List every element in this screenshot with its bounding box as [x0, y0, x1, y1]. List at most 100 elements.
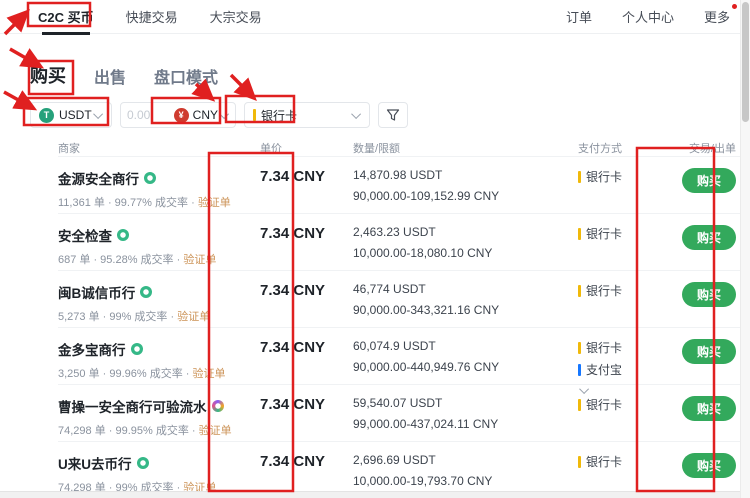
- available-amount: 46,774 USDT: [353, 282, 570, 296]
- limit-range: 90,000.00-343,321.16 CNY: [353, 303, 570, 317]
- page-cutoff-strip: [0, 491, 740, 498]
- payment-method: 支付宝: [586, 361, 622, 378]
- alipay-bar-icon: [578, 364, 581, 376]
- trade-mode-tabs: 购买 出售 盘口模式: [30, 62, 750, 88]
- payment-method: 银行卡: [586, 396, 622, 413]
- fiat-select[interactable]: ¥ CNY: [174, 108, 229, 123]
- verified-tag: 验证单: [199, 425, 232, 437]
- payment-method: 银行卡: [586, 168, 622, 185]
- unit-price: 7.34 CNY: [252, 225, 345, 270]
- active-tab-underline: [42, 32, 90, 35]
- nav-tab-c2c-buy[interactable]: C2C 买币: [38, 7, 94, 26]
- verified-tag: 验证单: [177, 311, 210, 323]
- tab-sell[interactable]: 出售: [94, 64, 126, 88]
- verified-merchant-icon: [131, 343, 143, 355]
- expand-payments-icon[interactable]: [579, 384, 589, 394]
- nav-more-link[interactable]: 更多: [704, 7, 730, 26]
- payment-method: 银行卡: [586, 225, 622, 242]
- bankcard-bar-icon: [578, 456, 581, 468]
- header-merchant: 商家: [58, 140, 252, 156]
- merchant-stats: 3,250 单 · 99.96% 成交率 ·: [58, 368, 193, 380]
- tab-orderbook-mode[interactable]: 盘口模式: [154, 64, 218, 88]
- nav-tab-label: C2C 买币: [38, 10, 94, 25]
- limit-range: 10,000.00-18,080.10 CNY: [353, 246, 570, 260]
- limit-range: 99,000.00-437,024.11 CNY: [353, 417, 570, 431]
- nav-tab-block-trade[interactable]: 大宗交易: [210, 7, 262, 26]
- merchant-stats: 11,361 单 · 99.77% 成交率 ·: [58, 197, 198, 209]
- payment-method: 银行卡: [586, 282, 622, 299]
- payment-method-select[interactable]: 银行卡: [244, 102, 370, 128]
- verified-merchant-icon: [140, 286, 152, 298]
- bankcard-bar-icon: [578, 171, 581, 183]
- header-price: 单价: [252, 140, 345, 156]
- table-row: U来U去币行 74,298 单 · 99% 成交率 · 验证单 7.34 CNY…: [58, 441, 750, 498]
- filter-button[interactable]: [378, 102, 408, 128]
- chevron-down-icon: [93, 109, 103, 119]
- fiat-select-value: CNY: [193, 108, 218, 122]
- filter-bar: T USDT ¥ CNY 银行卡: [30, 102, 750, 128]
- nav-tab-label: 快捷交易: [126, 10, 178, 25]
- bankcard-bar-icon: [578, 285, 581, 297]
- table-row: 闽B诚信币行 5,273 单 · 99% 成交率 · 验证单 7.34 CNY …: [58, 270, 750, 327]
- available-amount: 2,696.69 USDT: [353, 453, 570, 467]
- scrollbar-thumb[interactable]: [742, 2, 749, 122]
- funnel-icon: [386, 108, 400, 122]
- merchant-stats: 5,273 单 · 99% 成交率 ·: [58, 311, 177, 323]
- limit-range: 90,000.00-109,152.99 CNY: [353, 189, 570, 203]
- chevron-down-icon: [219, 109, 229, 119]
- nav-account-link[interactable]: 个人中心: [622, 7, 674, 26]
- buy-button[interactable]: 购买: [682, 225, 736, 250]
- verified-merchant-icon: [137, 457, 149, 469]
- unit-price: 7.34 CNY: [252, 396, 345, 441]
- limit-range: 10,000.00-19,793.70 CNY: [353, 474, 570, 488]
- merchant-name[interactable]: 金多宝商行: [58, 339, 126, 359]
- verified-tag: 验证单: [198, 197, 231, 209]
- chevron-down-icon: [351, 109, 361, 119]
- payment-method: 银行卡: [586, 453, 622, 470]
- nav-tab-label: 大宗交易: [210, 10, 262, 25]
- merchant-name[interactable]: 曹操一安全商行可验流水: [58, 396, 207, 416]
- buy-button[interactable]: 购买: [682, 282, 736, 307]
- notification-dot: [732, 4, 737, 9]
- table-row: 安全检查 687 单 · 95.28% 成交率 · 验证单 7.34 CNY 2…: [58, 213, 750, 270]
- buy-button[interactable]: 购买: [682, 168, 736, 193]
- amount-input[interactable]: [127, 108, 167, 122]
- header-quantity-limit: 数量/限额: [345, 140, 570, 156]
- buy-button[interactable]: 购买: [682, 453, 736, 478]
- unit-price: 7.34 CNY: [252, 282, 345, 327]
- cny-icon: ¥: [174, 108, 189, 123]
- amount-input-box: ¥ CNY: [120, 102, 236, 128]
- buy-button[interactable]: 购买: [682, 396, 736, 421]
- verified-tag: 验证单: [193, 368, 226, 380]
- available-amount: 59,540.07 USDT: [353, 396, 570, 410]
- merchant-name[interactable]: U来U去币行: [58, 453, 132, 473]
- crypto-select[interactable]: T USDT: [30, 102, 112, 128]
- verified-tag: 验证单: [183, 254, 216, 266]
- merchant-name[interactable]: 闽B诚信币行: [58, 282, 135, 302]
- merchant-stats: 687 单 · 95.28% 成交率 ·: [58, 254, 183, 266]
- table-header: 商家 单价 数量/限额 支付方式 交易/出单: [58, 140, 750, 156]
- payment-method: 银行卡: [586, 339, 622, 356]
- buy-button[interactable]: 购买: [682, 339, 736, 364]
- verified-merchant-icon: [117, 229, 129, 241]
- merchant-name[interactable]: 金源安全商行: [58, 168, 139, 188]
- bankcard-bar-icon: [253, 109, 256, 121]
- nav-tab-express[interactable]: 快捷交易: [126, 7, 178, 26]
- unit-price: 7.34 CNY: [252, 168, 345, 213]
- verified-merchant-icon: [144, 172, 156, 184]
- bankcard-bar-icon: [578, 342, 581, 354]
- bankcard-bar-icon: [578, 228, 581, 240]
- tab-buy[interactable]: 购买: [30, 62, 66, 88]
- merchant-stats: 74,298 单 · 99.95% 成交率 ·: [58, 425, 199, 437]
- merchant-name[interactable]: 安全检查: [58, 225, 112, 245]
- limit-range: 90,000.00-440,949.76 CNY: [353, 360, 570, 374]
- scrollbar-track[interactable]: [740, 0, 750, 498]
- available-amount: 2,463.23 USDT: [353, 225, 570, 239]
- c2c-trading-page: C2C 买币 快捷交易 大宗交易 订单 个人中心 更多 购买 出售 盘口模式 T: [0, 0, 750, 498]
- crypto-select-value: USDT: [59, 108, 92, 122]
- header-payment: 支付方式: [570, 140, 678, 156]
- available-amount: 14,870.98 USDT: [353, 168, 570, 182]
- offers-table: 商家 单价 数量/限额 支付方式 交易/出单 金源安全商行 11,361 单 ·…: [58, 140, 750, 498]
- top-navigation: C2C 买币 快捷交易 大宗交易 订单 个人中心 更多: [0, 0, 750, 34]
- nav-orders-link[interactable]: 订单: [566, 7, 592, 26]
